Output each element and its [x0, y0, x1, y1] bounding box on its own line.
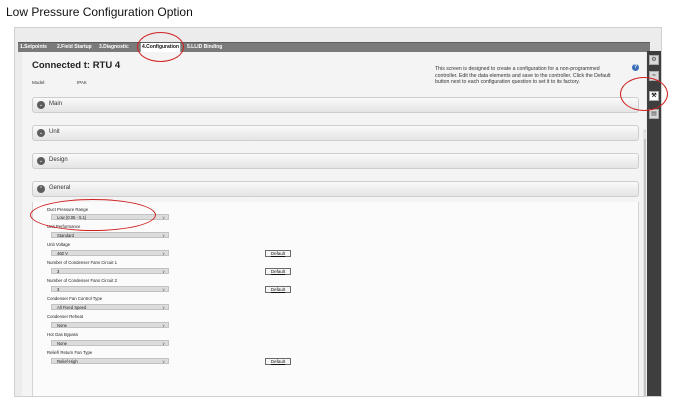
section-main[interactable]: ⌄ Main: [32, 97, 639, 113]
chevron-down-icon: ∨: [162, 341, 165, 346]
annotation-circle: [30, 199, 156, 231]
chevron-down-icon: ∨: [162, 287, 165, 292]
default-button[interactable]: Default: [265, 268, 291, 275]
hot-gas-bypass-select[interactable]: None ∨: [51, 340, 169, 346]
gear-icon[interactable]: ⚙: [649, 55, 659, 65]
chevron-down-icon: ∨: [162, 359, 165, 364]
section-general[interactable]: ⌃ General: [32, 181, 639, 197]
unit-performance-select[interactable]: Standard ∨: [51, 232, 169, 238]
chevron-down-icon: ⌄: [37, 101, 45, 109]
annotation-circle: [137, 32, 184, 62]
general-section-body: Duct Pressure Range Low (0.05 - 5.1) ∨ Un…: [32, 202, 639, 396]
default-button[interactable]: Default: [265, 286, 291, 293]
field-label: Unit Voltage: [47, 242, 71, 247]
default-button[interactable]: Default: [265, 250, 291, 257]
tab-llid-binding[interactable]: 5.LLID Binding: [186, 43, 223, 52]
field-label: Hot Gas Bypass: [47, 332, 79, 337]
section-unit[interactable]: ⌄ Unit: [32, 125, 639, 141]
section-label: Unit: [49, 129, 60, 135]
section-design[interactable]: ⌄ Design: [32, 153, 639, 169]
section-label: Main: [49, 101, 63, 107]
tab-diagnostic[interactable]: 3.Diagnostic: [98, 43, 130, 52]
chevron-down-icon: ∨: [162, 269, 165, 274]
chevron-down-icon: ∨: [162, 251, 165, 256]
chevron-down-icon: ∨: [162, 323, 165, 328]
page-title: Connected t: RTU 4: [32, 60, 121, 71]
field-label: Relief/ Return Fan Type: [47, 350, 93, 355]
field-label: Number of Condenser Fans Circuit 1: [47, 260, 117, 265]
chevron-down-icon: ⌄: [37, 157, 45, 165]
figure-caption: Low Pressure Configuration Option: [6, 5, 193, 19]
default-button[interactable]: Default: [265, 358, 291, 365]
condenser-fans-c1-select[interactable]: 3 ∨: [51, 268, 169, 274]
model-value: IPAK: [77, 80, 87, 85]
model-label: Model:: [32, 80, 46, 85]
field-label: Condenser Reheat: [47, 314, 84, 319]
chevron-down-icon: ∨: [162, 215, 165, 220]
info-text: This screen is designed to create a conf…: [435, 66, 611, 85]
tab-bar: 1.Setpoints 2.Field Startup 3.Diagnostic…: [18, 42, 650, 52]
page-icon[interactable]: ▤: [649, 109, 659, 119]
section-label: General: [49, 185, 71, 191]
scroll-up-icon[interactable]: ⌃: [643, 130, 646, 136]
section-label: Design: [49, 157, 68, 163]
help-icon[interactable]: ?: [632, 64, 639, 71]
chevron-down-icon: ∨: [162, 233, 165, 238]
relief-return-fan-select[interactable]: Relief-High ∨: [51, 358, 169, 364]
field-label: Number of Condenser Fans Circuit 2: [47, 278, 117, 283]
chevron-down-icon: ∨: [162, 305, 165, 310]
scrollbar-thumb[interactable]: [644, 139, 646, 396]
field-label: Condenser Fan Control Type: [47, 296, 103, 301]
condenser-reheat-select[interactable]: None ∨: [51, 322, 169, 328]
condenser-fans-c2-select[interactable]: 3 ∨: [51, 286, 169, 292]
tab-field-startup[interactable]: 2.Field Startup: [56, 43, 93, 52]
unit-voltage-select[interactable]: 460 V ∨: [51, 250, 169, 256]
chevron-up-icon: ⌃: [37, 185, 45, 193]
annotation-circle: [620, 77, 668, 111]
condenser-fan-control-select[interactable]: All Fixed Speed ∨: [51, 304, 169, 310]
tab-setpoints[interactable]: 1.Setpoints: [19, 43, 48, 52]
chevron-down-icon: ⌄: [37, 129, 45, 137]
